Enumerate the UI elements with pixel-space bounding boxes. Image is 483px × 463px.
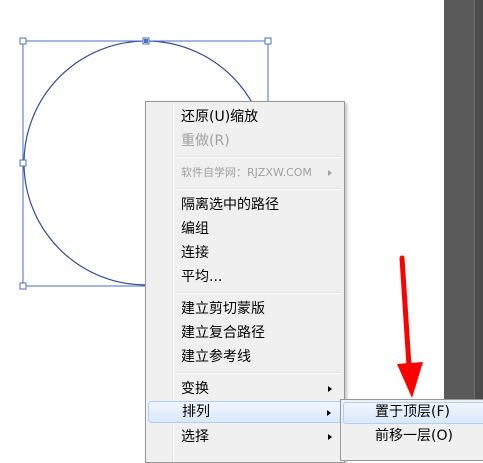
menu-separator (176, 188, 340, 190)
menu-item-label: 建立复合路径 (181, 325, 265, 341)
submenu-arrow-icon (328, 170, 332, 176)
menu-item-label: 编组 (181, 221, 209, 237)
menu-item-average[interactable]: 平均... (148, 266, 342, 288)
menu-item-make-guides[interactable]: 建立参考线 (148, 346, 342, 368)
menu-item-label: 隔离选中的路径 (181, 197, 279, 213)
anchor-point-top[interactable] (144, 39, 148, 43)
menu-item-label: 重做(R) (181, 133, 230, 149)
menu-item-make-clipping-mask[interactable]: 建立剪切蒙版 (148, 298, 342, 320)
menu-item-label: 变换 (181, 381, 209, 397)
handle-bottom-left[interactable] (19, 282, 27, 290)
arrange-submenu: 置于顶层(F) 前移一层(O) (340, 399, 483, 461)
menu-item-undo-zoom[interactable]: 还原(U)缩放 (148, 106, 342, 128)
menu-item-transform[interactable]: 变换 (148, 378, 342, 400)
menu-item-isolate-path[interactable]: 隔离选中的路径 (148, 194, 342, 216)
menu-item-label: 选择 (181, 429, 209, 445)
menu-item-select[interactable]: 选择 (148, 426, 342, 448)
handle-top-left[interactable] (19, 37, 27, 45)
menu-item-label: 连接 (181, 245, 209, 261)
menu-item-label: 建立剪切蒙版 (181, 301, 265, 317)
submenu-arrow-icon (328, 386, 332, 392)
handle-top-right[interactable] (264, 37, 272, 45)
submenu-arrow-icon (328, 434, 332, 440)
menu-item-arrange[interactable]: 排列 (148, 401, 342, 423)
context-menu: 还原(U)缩放 重做(R) 软件自学网：RJZXW.COM 隔离选中的路径 编组… (145, 101, 345, 463)
menu-item-label: 还原(U)缩放 (181, 109, 259, 125)
menu-item-redo[interactable]: 重做(R) (148, 130, 342, 152)
menu-item-label: 软件自学网：RJZXW.COM (181, 166, 312, 179)
menu-item-make-compound-path[interactable]: 建立复合路径 (148, 322, 342, 344)
menu-separator (176, 156, 340, 158)
menu-separator (176, 292, 340, 294)
menu-item-label: 建立参考线 (181, 349, 251, 365)
menu-item-group[interactable]: 编组 (148, 218, 342, 240)
handle-middle-left[interactable] (19, 159, 27, 167)
menu-separator (176, 372, 340, 374)
menu-item-watermark[interactable]: 软件自学网：RJZXW.COM (148, 162, 342, 184)
submenu-item-bring-forward[interactable]: 前移一层(O) (375, 425, 453, 447)
menu-item-join[interactable]: 连接 (148, 242, 342, 264)
menu-item-label: 平均... (181, 269, 223, 285)
submenu-arrow-icon (327, 410, 331, 416)
submenu-item-bring-to-front[interactable]: 置于顶层(F) (375, 401, 450, 423)
menu-item-label: 排列 (182, 404, 210, 420)
